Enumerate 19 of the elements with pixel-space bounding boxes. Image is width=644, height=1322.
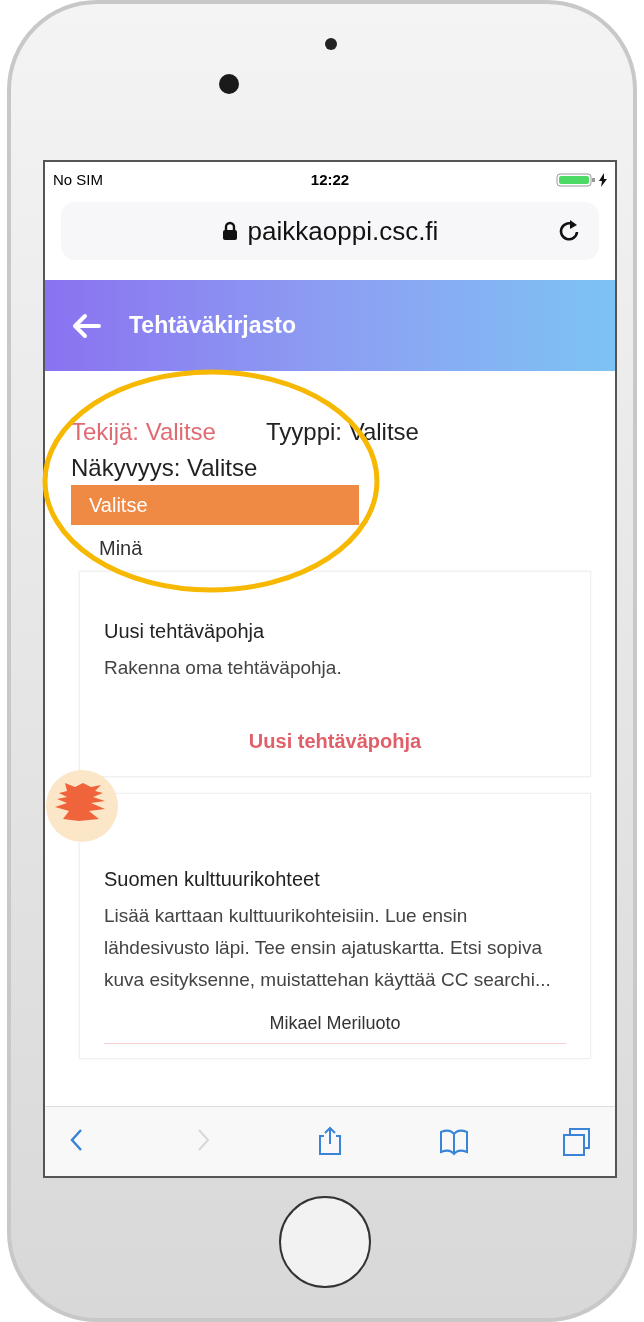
- avatar-icon: [45, 769, 119, 843]
- card-title: Suomen kulttuurikohteet: [104, 867, 321, 892]
- back-arrow-icon[interactable]: [71, 312, 101, 339]
- tabs-icon[interactable]: [561, 1125, 593, 1158]
- carrier-text: No SIM: [53, 169, 104, 190]
- card-title: Uusi tehtäväpohja: [104, 619, 266, 644]
- status-time: 12:22: [309, 169, 351, 190]
- reload-icon[interactable]: [559, 219, 581, 243]
- task-card[interactable]: Uusi tehtäväpohja Rakenna oma tehtäväpohja. Uusi tehtäväpohja: [79, 571, 591, 777]
- card-description: Lisää karttaan kulttuurikohteisiin. Lue ensin lähdesivusto läpi. Tee ensin ajatuskartta. Etsi sopiva kuva esityksenne, muistattehan käyttää CC searchi...: [104, 904, 552, 992]
- filter-dropdown[interactable]: Näkyvyys: Valitse: [71, 453, 258, 483]
- address-bar[interactable]: paikkaoppi.csc.fi: [61, 202, 599, 260]
- url-text: paikkaoppi.csc.fi: [247, 214, 439, 248]
- lock-icon: [221, 221, 238, 241]
- battery-icon: [556, 173, 596, 187]
- card-description: Rakenna oma tehtäväpohja.: [104, 656, 343, 680]
- dropdown-option[interactable]: Minä: [71, 525, 359, 571]
- author-name: Mikael Meriluoto: [104, 1010, 566, 1044]
- page-title: Tehtäväkirjasto: [129, 311, 297, 341]
